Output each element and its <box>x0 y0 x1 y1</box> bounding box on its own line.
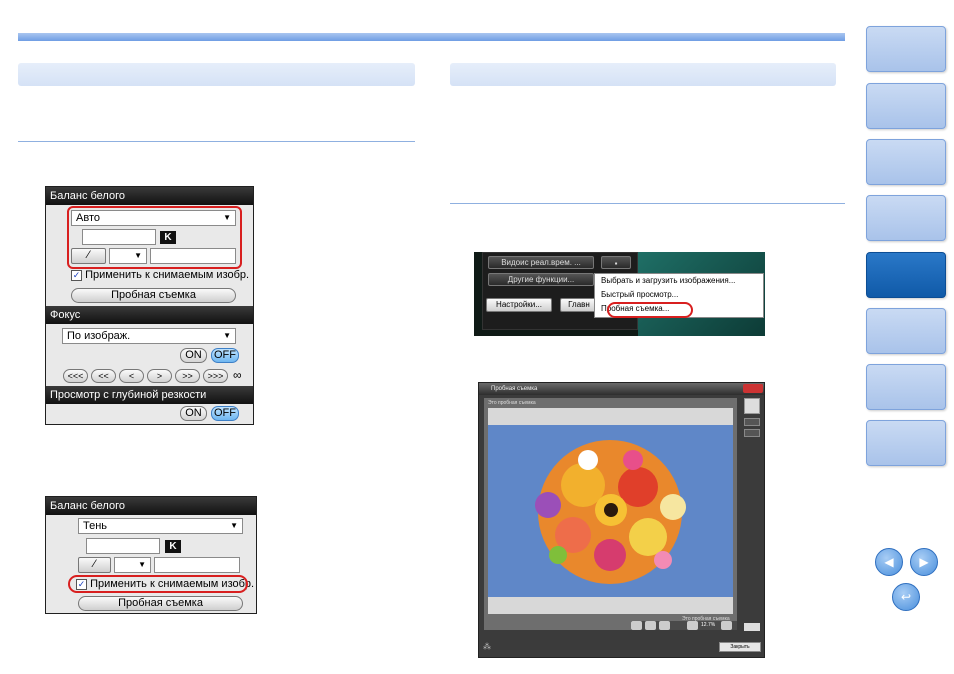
divider-right <box>450 203 845 204</box>
return-button[interactable]: ↩ <box>892 583 920 611</box>
kelvin-label-2: K <box>165 540 181 553</box>
highlight-apply-box <box>68 575 248 593</box>
focus-off-toggle[interactable]: OFF <box>211 348 239 363</box>
menu-item-quick-preview[interactable]: Быстрый просмотр... <box>595 288 763 302</box>
focus-select[interactable]: По изображ. <box>62 328 236 344</box>
main-button[interactable]: Главн <box>560 298 598 312</box>
arrow-left-icon: ◀ <box>884 555 894 569</box>
tool-button[interactable] <box>744 418 760 426</box>
other-functions-button[interactable]: Другие функции... <box>488 273 594 286</box>
wb-value-field-2[interactable] <box>154 557 240 573</box>
menu-item-select-download[interactable]: Выбрать и загрузить изображения... <box>595 274 763 288</box>
dof-on-toggle[interactable]: ON <box>180 406 207 421</box>
nav-tab-6[interactable] <box>866 308 946 354</box>
color-temp-field-2[interactable] <box>86 538 160 554</box>
apply-checkbox-row[interactable]: ✓ Применить к снимаемым изобр. <box>71 269 251 281</box>
nav-tab-7[interactable] <box>866 364 946 410</box>
flower-bouquet-image <box>535 440 686 584</box>
window-close-icon[interactable] <box>743 384 763 393</box>
camera-icon: ▪ <box>614 259 618 268</box>
section-heading-left <box>18 63 415 86</box>
highlight-wb-box <box>67 206 242 269</box>
prev-page-button[interactable]: ◀ <box>875 548 903 576</box>
focus-nearest-button[interactable]: >>> <box>203 369 228 383</box>
zoom-level: 12.7% <box>701 622 716 628</box>
caption-top: Это пробная съемка <box>488 400 536 406</box>
tool-button-2[interactable] <box>744 429 760 437</box>
wb-shift-select-2[interactable] <box>114 557 151 573</box>
fit-button[interactable] <box>744 623 760 631</box>
eyedropper-icon: ⁄ <box>93 558 96 570</box>
rotate-right-icon[interactable] <box>645 621 656 630</box>
test-shot-button[interactable]: Пробная съемка <box>71 288 236 303</box>
wb-header-2: Баланс белого <box>46 497 256 515</box>
apply-checkbox[interactable]: ✓ <box>71 270 82 281</box>
nav-tab-3[interactable] <box>866 139 946 185</box>
nav-tab-8[interactable] <box>866 420 946 466</box>
focus-mid-near-button[interactable]: >> <box>175 369 200 383</box>
divider-left <box>18 141 415 142</box>
section-heading-right <box>450 63 836 86</box>
arrow-right-icon: ▶ <box>919 555 929 569</box>
focus-near-button[interactable]: > <box>147 369 172 383</box>
test-shot-photo <box>488 425 733 597</box>
dof-off-toggle[interactable]: OFF <box>211 406 239 421</box>
rotate-left-icon[interactable] <box>631 621 642 630</box>
top-header-bar <box>18 33 845 41</box>
zoom-out-icon[interactable] <box>687 621 698 630</box>
focus-near-far-button[interactable]: < <box>119 369 144 383</box>
nav-tab-1[interactable] <box>866 26 946 72</box>
nav-tab-4[interactable] <box>866 195 946 241</box>
preview-area: Это пробная съемка Это пробная съемка <box>484 398 737 630</box>
return-icon: ↩ <box>900 590 912 604</box>
camera-settings-panel: Баланс белого Авто K ⁄ ✓ Применить к сни… <box>45 186 254 425</box>
thumbnail-button[interactable] <box>744 398 760 414</box>
focus-header: Фокус <box>46 306 253 324</box>
test-shot-button-2[interactable]: Пробная съемка <box>78 596 243 611</box>
wb-select-2[interactable]: Тень <box>78 518 243 534</box>
compare-icon[interactable] <box>659 621 670 630</box>
close-button[interactable]: Закрыть <box>719 642 761 652</box>
infinity-icon: ∞ <box>233 368 242 382</box>
focus-far-button[interactable]: <<< <box>63 369 88 383</box>
toolbar: 12.7% <box>631 621 737 630</box>
live-view-button[interactable]: Видоис реал.врем. ... <box>488 256 594 269</box>
wb-shade-panel: Баланс белого Тень K ⁄ ✓ Применить к сни… <box>45 496 257 614</box>
apply-label: Применить к снимаемым изобр. <box>85 269 250 281</box>
focus-on-toggle[interactable]: ON <box>180 348 207 363</box>
eyedropper-button-2[interactable]: ⁄ <box>78 557 111 573</box>
settings-button[interactable]: Настройки... <box>486 298 552 312</box>
other-functions-menu-screenshot: Видоис реал.врем. ... ▪ Другие функции..… <box>474 252 765 336</box>
test-shot-window: Пробная съемка Это пробная съемка Это пр… <box>478 382 765 658</box>
nav-tab-2[interactable] <box>866 83 946 129</box>
info-icon[interactable]: ⁂ <box>483 642 497 652</box>
zoom-in-icon[interactable] <box>721 621 732 630</box>
window-title: Пробная съемка <box>479 383 764 395</box>
wb-header: Баланс белого <box>46 187 253 205</box>
nav-tab-5-active[interactable] <box>866 252 946 298</box>
camera-icon-button[interactable]: ▪ <box>601 256 631 269</box>
next-page-button[interactable]: ▶ <box>910 548 938 576</box>
highlight-test-shot-item <box>607 302 693 318</box>
dof-header: Просмотр с глубиной резкости <box>46 386 253 404</box>
focus-mid-far-button[interactable]: << <box>91 369 116 383</box>
